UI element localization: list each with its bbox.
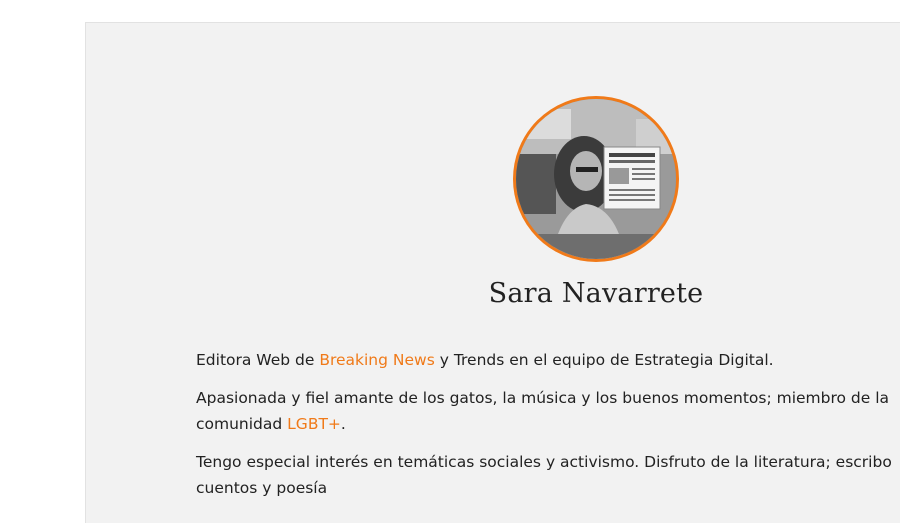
bio-text: cuentos y poesía	[196, 479, 328, 497]
bio-text: Editora Web de	[196, 351, 320, 369]
bio-paragraph: Tengo especial interés en temáticas soci…	[196, 449, 900, 501]
bio-text: comunidad	[196, 415, 288, 433]
bio-paragraph: Editora Web de Breaking News y Trends en…	[196, 347, 900, 373]
bio-text: y Trends en el equipo de Estrategia Digi…	[434, 351, 774, 369]
author-avatar	[513, 96, 679, 262]
author-photo-icon	[516, 99, 676, 259]
breaking-news-link[interactable]: Breaking News	[319, 351, 434, 369]
bio-text: Tengo especial interés en temáticas soci…	[196, 453, 892, 471]
author-bio: Editora Web de Breaking News y Trends en…	[196, 347, 900, 513]
bio-text: .	[340, 415, 346, 433]
lgbt-link[interactable]: LGBT+	[287, 415, 341, 433]
author-card: Sara Navarrete Editora Web de Breaking N…	[85, 22, 900, 523]
bio-paragraph: Apasionada y fiel amante de los gatos, l…	[196, 385, 900, 437]
bio-text: Apasionada y fiel amante de los gatos, l…	[196, 389, 890, 407]
author-name: Sara Navarrete	[488, 278, 704, 309]
